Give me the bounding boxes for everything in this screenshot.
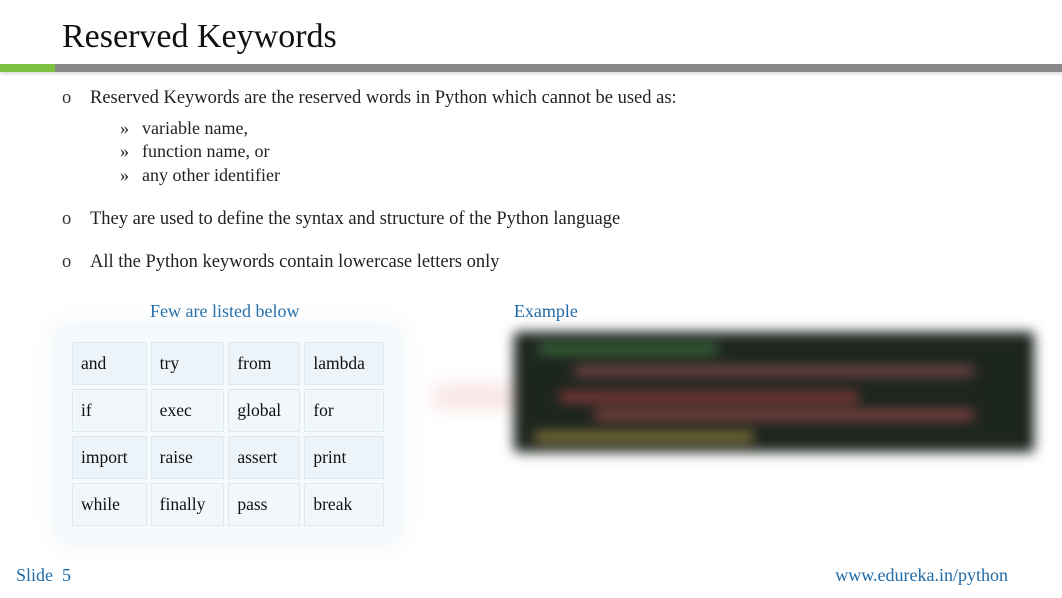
table-cell: if [72, 389, 147, 432]
table-cell: assert [228, 436, 300, 479]
sub-marker: » [120, 117, 142, 140]
slide-number: 5 [62, 565, 71, 585]
bullet-text: All the Python keywords contain lowercas… [90, 250, 499, 275]
table-heading: Few are listed below [62, 301, 394, 322]
table-cell: try [151, 342, 225, 385]
table-row: import raise assert print [72, 436, 384, 479]
sub-list: » variable name, » function name, or » a… [62, 117, 1000, 187]
bullet-marker: o [62, 86, 90, 111]
slide-label: Slide [16, 565, 53, 585]
sub-marker: » [120, 164, 142, 187]
table-cell: while [72, 483, 147, 526]
sub-item-2: » function name, or [120, 140, 1000, 163]
example-heading: Example [514, 301, 1034, 322]
sub-text: function name, or [142, 140, 269, 163]
page-title: Reserved Keywords [0, 0, 1062, 64]
bullet-1: o Reserved Keywords are the reserved wor… [62, 86, 1000, 111]
sub-text: variable name, [142, 117, 248, 140]
sub-marker: » [120, 140, 142, 163]
table-cell: lambda [304, 342, 384, 385]
keywords-column: Few are listed below and try from lambda… [62, 301, 394, 536]
divider [0, 64, 1062, 72]
bullet-text: They are used to define the syntax and s… [90, 207, 620, 232]
table-cell: pass [228, 483, 300, 526]
bullet-marker: o [62, 207, 90, 232]
footer: Slide 5 www.edureka.in/python [0, 565, 1062, 586]
sub-text: any other identifier [142, 164, 280, 187]
footer-url: www.edureka.in/python [835, 565, 1008, 586]
sub-item-1: » variable name, [120, 117, 1000, 140]
sub-item-3: » any other identifier [120, 164, 1000, 187]
table-cell: break [304, 483, 384, 526]
bullet-3: o All the Python keywords contain lowerc… [62, 250, 1000, 275]
table-cell: print [304, 436, 384, 479]
table-row: and try from lambda [72, 342, 384, 385]
lower-section: Few are listed below and try from lambda… [62, 301, 1000, 536]
table-cell: for [304, 389, 384, 432]
bullet-marker: o [62, 250, 90, 275]
table-cell: and [72, 342, 147, 385]
table-cell: global [228, 389, 300, 432]
table-cell: exec [151, 389, 225, 432]
bullet-2: o They are used to define the syntax and… [62, 207, 1000, 232]
table-row: while finally pass break [72, 483, 384, 526]
content-area: o Reserved Keywords are the reserved wor… [0, 86, 1062, 536]
table-cell: finally [151, 483, 225, 526]
slide-indicator: Slide 5 [16, 565, 71, 586]
example-code-image [514, 332, 1034, 452]
bullet-text: Reserved Keywords are the reserved words… [90, 86, 677, 111]
table-cell: raise [151, 436, 225, 479]
table-cell: from [228, 342, 300, 385]
table-cell: import [72, 436, 147, 479]
example-column: Example [514, 301, 1034, 536]
keywords-table: and try from lambda if exec global for i… [62, 332, 394, 536]
table-row: if exec global for [72, 389, 384, 432]
